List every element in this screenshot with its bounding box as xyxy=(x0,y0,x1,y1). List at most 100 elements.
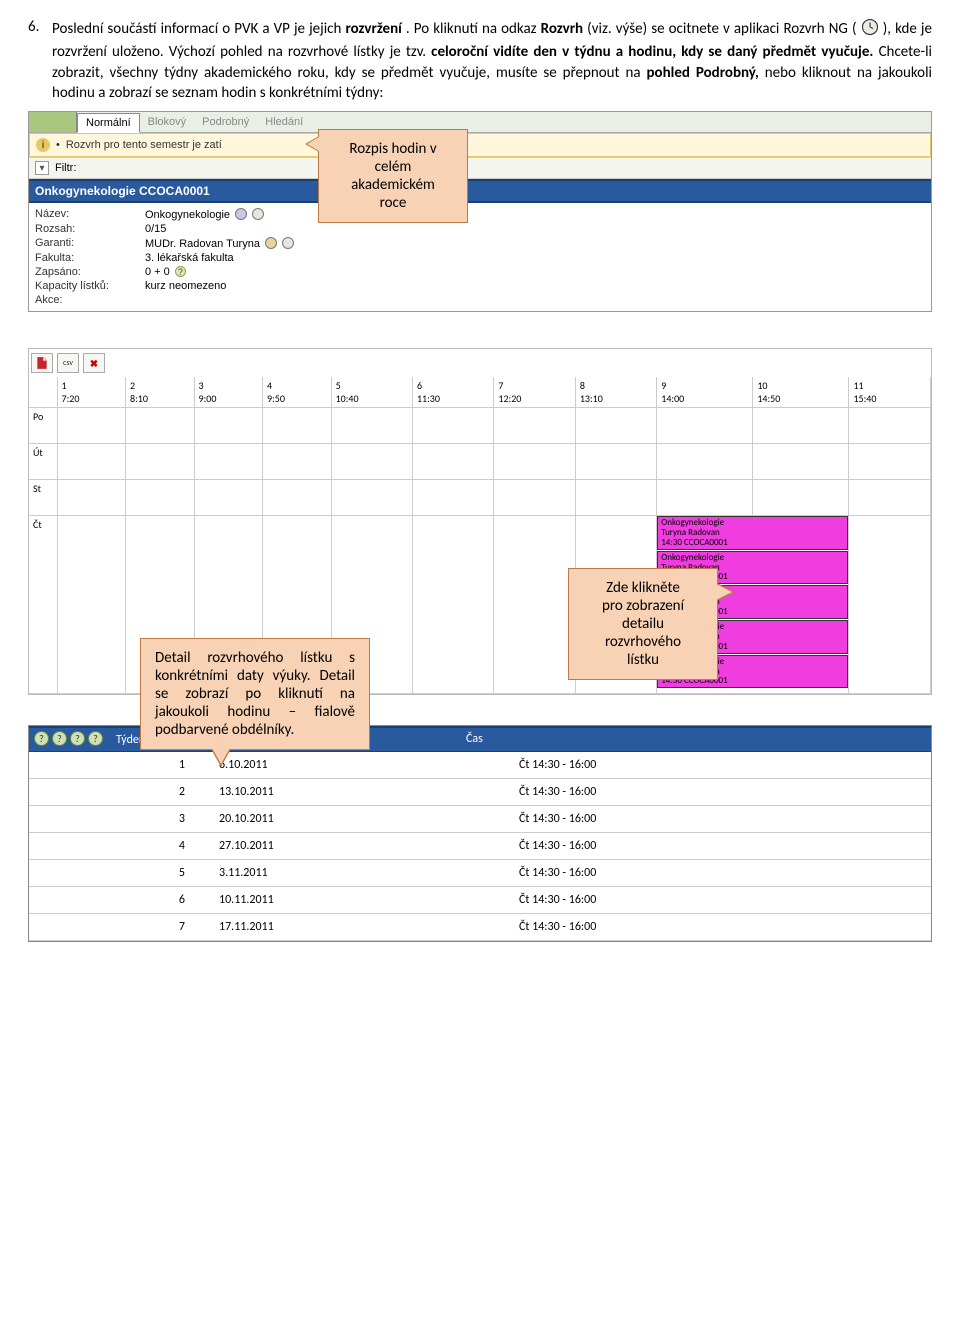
row-icons-cell xyxy=(29,779,119,806)
bullet-icon: • xyxy=(56,139,60,151)
empty-cell xyxy=(657,408,753,444)
prop-value xyxy=(145,294,925,306)
help-icon[interactable]: ? xyxy=(88,731,103,746)
prop-label: Fakulta: xyxy=(35,252,145,264)
empty-cell xyxy=(494,480,575,516)
table-row[interactable]: 53.11.2011Čt 14:30 - 16:00 xyxy=(29,860,931,887)
bold-word: Rozvrh xyxy=(541,20,583,38)
table-row[interactable]: 16.10.2011Čt 14:30 - 16:00 xyxy=(29,752,931,779)
course-header: Onkogynekologie CCOCA0001 xyxy=(29,179,931,203)
empty-cell xyxy=(263,444,332,480)
callout-line: akademickém xyxy=(333,176,453,194)
prop-label: Akce: xyxy=(35,294,145,306)
empty-cell xyxy=(126,480,195,516)
prop-value: Onkogynekologie xyxy=(145,208,925,221)
empty-cell xyxy=(412,516,493,694)
prop-label: Kapacity lístků: xyxy=(35,280,145,292)
empty-cell xyxy=(849,516,931,694)
value-text: Onkogynekologie xyxy=(145,209,230,221)
callout-line: pro zobrazení xyxy=(583,597,703,615)
time-cell: Čt 14:30 - 16:00 xyxy=(509,779,931,806)
expand-filter-button[interactable]: ▾ xyxy=(35,161,49,175)
time-cell: Čt 14:30 - 16:00 xyxy=(509,887,931,914)
callout-click-slot: Zde klikněte pro zobrazení detailu rozvr… xyxy=(568,568,718,680)
tab-normalni[interactable]: Normální xyxy=(77,113,140,133)
prop-label: Garanti: xyxy=(35,237,145,250)
tabs-row: Normální Blokový Podrobný Hledání xyxy=(29,112,931,133)
empty-cell xyxy=(126,444,195,480)
help-icon[interactable]: ? xyxy=(34,731,49,746)
prop-value: 0/15 xyxy=(145,223,925,235)
week-cell: 2 xyxy=(119,779,209,806)
week-cell: 4 xyxy=(119,833,209,860)
col-num: 611:30 xyxy=(412,377,493,408)
empty-cell xyxy=(849,480,931,516)
date-cell: 20.10.2011 xyxy=(209,806,509,833)
tab-blokovy[interactable]: Blokový xyxy=(140,113,195,131)
week-cell: 7 xyxy=(119,914,209,941)
timetable-slot[interactable]: OnkogynekologieTuryna Radovan14:30 CCOCA… xyxy=(657,516,848,550)
export-pdf-button[interactable] xyxy=(31,353,53,373)
week-cell: 6 xyxy=(119,887,209,914)
slot-time-code: 14:30 CCOCA0001 xyxy=(661,538,844,548)
tab-hledani[interactable]: Hledání xyxy=(257,113,311,131)
help-icon[interactable]: ? xyxy=(175,266,186,277)
bold-word: rozvržení xyxy=(346,20,402,38)
time-cell: Čt 14:30 - 16:00 xyxy=(509,833,931,860)
table-row[interactable]: 213.10.2011Čt 14:30 - 16:00 xyxy=(29,779,931,806)
callout-line: Zde klikněte xyxy=(583,579,703,597)
list-number: 6. xyxy=(28,18,52,103)
empty-cell xyxy=(849,408,931,444)
help-icon[interactable]: ? xyxy=(70,731,85,746)
prop-label: Název: xyxy=(35,208,145,221)
col-num: 914:00 xyxy=(657,377,753,408)
week-cell: 1 xyxy=(119,752,209,779)
empty-cell xyxy=(494,408,575,444)
table-row[interactable]: 427.10.2011Čt 14:30 - 16:00 xyxy=(29,833,931,860)
delete-button[interactable]: ✖ xyxy=(83,353,105,373)
text: Poslední součástí informací o PVK a VP j… xyxy=(52,20,346,38)
empty-cell xyxy=(494,444,575,480)
table-row[interactable]: 610.11.2011Čt 14:30 - 16:00 xyxy=(29,887,931,914)
col-num: 39:00 xyxy=(194,377,263,408)
empty-cell xyxy=(263,480,332,516)
value-text: 0 + 0 xyxy=(145,266,170,278)
timetable-header-numbers: 17:20 28:10 39:00 49:50 510:40 611:30 71… xyxy=(29,377,931,408)
filter-label: Filtr: xyxy=(55,162,76,174)
row-icons-cell xyxy=(29,914,119,941)
col-num: 1115:40 xyxy=(849,377,931,408)
empty-cell xyxy=(575,480,656,516)
detail-table: 16.10.2011Čt 14:30 - 16:00213.10.2011Čt … xyxy=(29,752,931,941)
export-csv-button[interactable]: csv xyxy=(57,353,79,373)
clock-small-icon xyxy=(252,208,264,220)
callout-line: Rozpis hodin v xyxy=(333,140,453,158)
bold-words: pohled Podrobný, xyxy=(647,64,759,82)
row-icons-cell xyxy=(29,860,119,887)
value-text: MUDr. Radovan Turyna xyxy=(145,238,260,250)
prop-akce: Akce: xyxy=(35,293,925,307)
prop-value: 0 + 0 ? xyxy=(145,266,925,278)
table-row[interactable]: 320.10.2011Čt 14:30 - 16:00 xyxy=(29,806,931,833)
help-icon[interactable]: ? xyxy=(52,731,67,746)
callout-line: roce xyxy=(333,194,453,212)
timetable-row: St xyxy=(29,480,931,516)
rozvrh-app: Normální Blokový Podrobný Hledání i • Ro… xyxy=(28,111,932,312)
callout-line: celém xyxy=(333,158,453,176)
empty-cell xyxy=(57,408,126,444)
table-row[interactable]: 717.11.2011Čt 14:30 - 16:00 xyxy=(29,914,931,941)
callout-line: lístku xyxy=(583,651,703,669)
col-num: 1014:50 xyxy=(753,377,849,408)
tab-podrobny[interactable]: Podrobný xyxy=(194,113,257,131)
info-bar: i • Rozvrh pro tento semestr je zatí xyxy=(29,133,931,157)
date-cell: 6.10.2011 xyxy=(209,752,509,779)
text: (viz. výše) se ocitnete v aplikaci Rozvr… xyxy=(587,20,860,38)
time-cell: Čt 14:30 - 16:00 xyxy=(509,752,931,779)
instruction-paragraph: 6. Poslední součástí informací o PVK a V… xyxy=(28,18,932,103)
empty-cell xyxy=(753,480,849,516)
info-icon: i xyxy=(36,138,50,152)
empty-cell xyxy=(575,444,656,480)
time-cell: Čt 14:30 - 16:00 xyxy=(509,860,931,887)
prop-value: kurz neomezeno xyxy=(145,280,925,292)
empty-cell xyxy=(849,444,931,480)
col-num: 712:20 xyxy=(494,377,575,408)
